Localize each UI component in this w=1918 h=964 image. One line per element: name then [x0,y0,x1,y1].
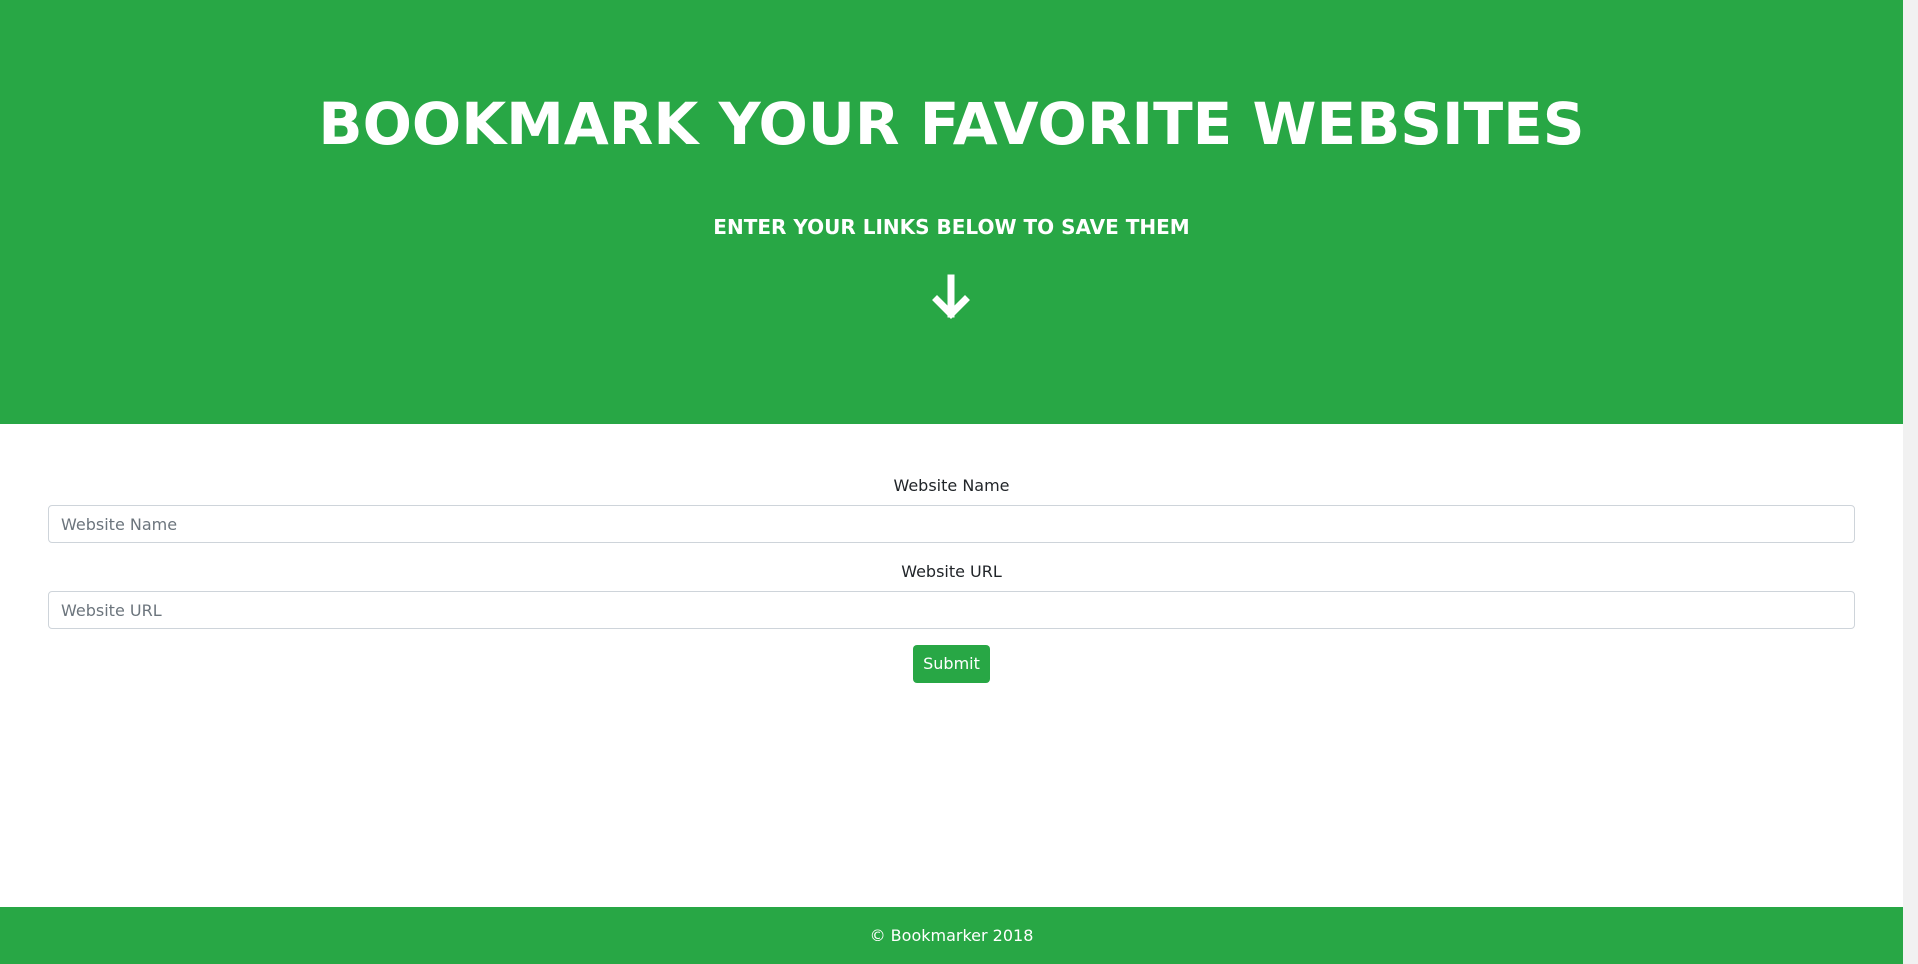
footer-copyright: © Bookmarker 2018 [869,926,1034,945]
footer: © Bookmarker 2018 [0,907,1903,964]
arrow-down-icon [932,274,970,319]
vertical-scrollbar[interactable] [1903,0,1918,964]
bookmark-form: Website Name Website URL Submit [48,424,1855,904]
hero-subtitle: ENTER YOUR LINKS BELOW TO SAVE THEM [713,215,1190,239]
website-url-label: Website URL [901,562,1002,581]
website-name-label: Website Name [893,476,1010,495]
hero-title: BOOKMARK YOUR FAVORITE WEBSITES [318,90,1585,158]
page: BOOKMARK YOUR FAVORITE WEBSITES ENTER YO… [0,0,1918,964]
submit-button[interactable]: Submit [913,645,990,683]
website-url-input[interactable] [48,591,1855,629]
hero-banner: BOOKMARK YOUR FAVORITE WEBSITES ENTER YO… [0,0,1903,424]
website-name-input[interactable] [48,505,1855,543]
